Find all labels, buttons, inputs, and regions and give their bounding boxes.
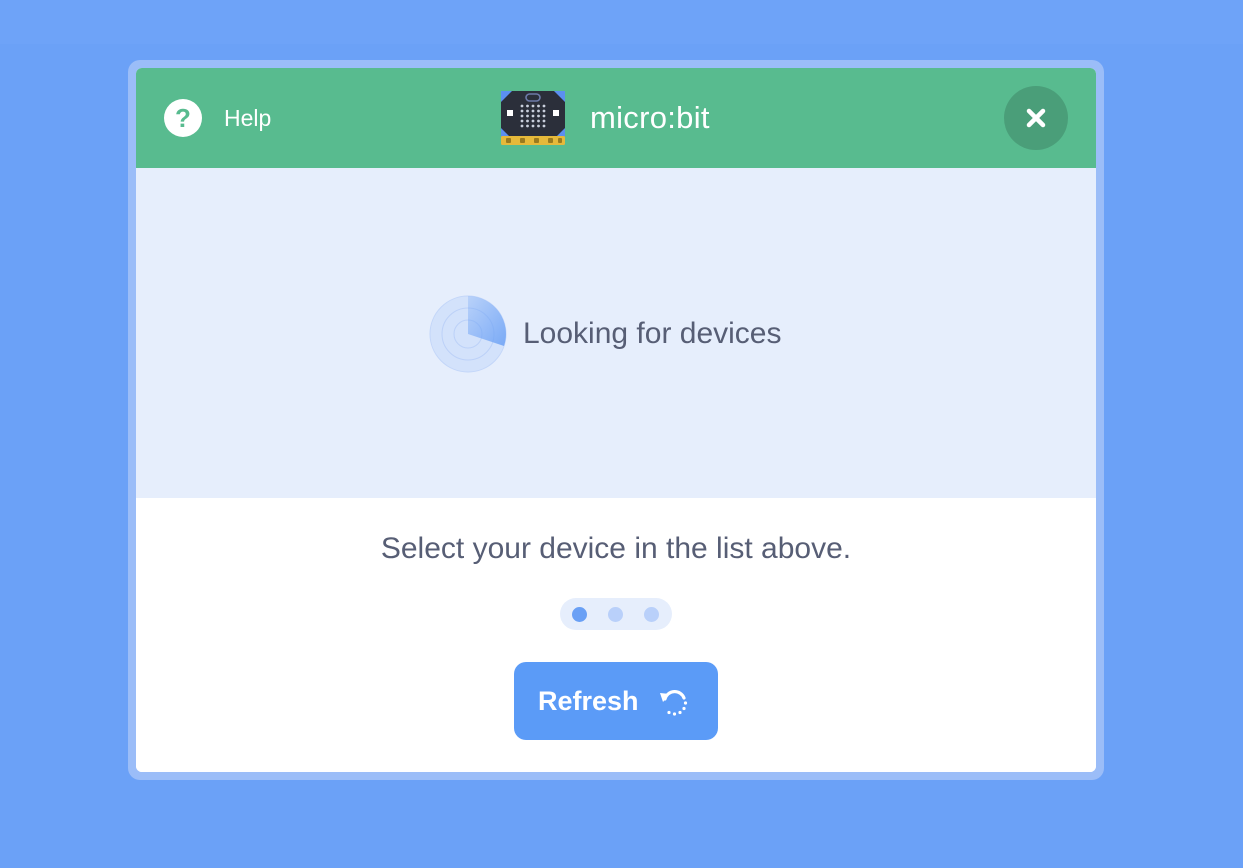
help-button[interactable]: ? Help bbox=[164, 99, 271, 137]
step-dot-3 bbox=[644, 607, 659, 622]
connection-modal: ? Help micro:bit Looking for devices Sel… bbox=[136, 68, 1096, 772]
modal-footer: Select your device in the list above. Re… bbox=[136, 498, 1096, 772]
page-top-strip bbox=[0, 0, 1243, 44]
refresh-label: Refresh bbox=[538, 685, 639, 716]
modal-title: micro:bit bbox=[590, 100, 710, 135]
refresh-icon bbox=[660, 689, 688, 716]
instruction-text: Select your device in the list above. bbox=[380, 532, 852, 565]
radar-icon bbox=[429, 295, 507, 373]
step-dot-2 bbox=[608, 607, 623, 622]
device-list-area: Looking for devices bbox=[136, 168, 1096, 498]
modal-title-group: micro:bit bbox=[500, 90, 710, 146]
help-icon: ? bbox=[164, 99, 202, 137]
help-label: Help bbox=[224, 104, 272, 131]
scanning-status-text: Looking for devices bbox=[523, 317, 782, 350]
scanning-status: Looking for devices bbox=[428, 294, 782, 374]
close-icon bbox=[1026, 108, 1046, 128]
step-indicator bbox=[560, 598, 672, 630]
modal-header: ? Help micro:bit bbox=[136, 68, 1096, 168]
step-dot-1 bbox=[572, 607, 587, 622]
microbit-icon bbox=[501, 91, 565, 145]
refresh-button[interactable]: Refresh bbox=[514, 662, 718, 740]
close-button[interactable] bbox=[1004, 86, 1068, 150]
